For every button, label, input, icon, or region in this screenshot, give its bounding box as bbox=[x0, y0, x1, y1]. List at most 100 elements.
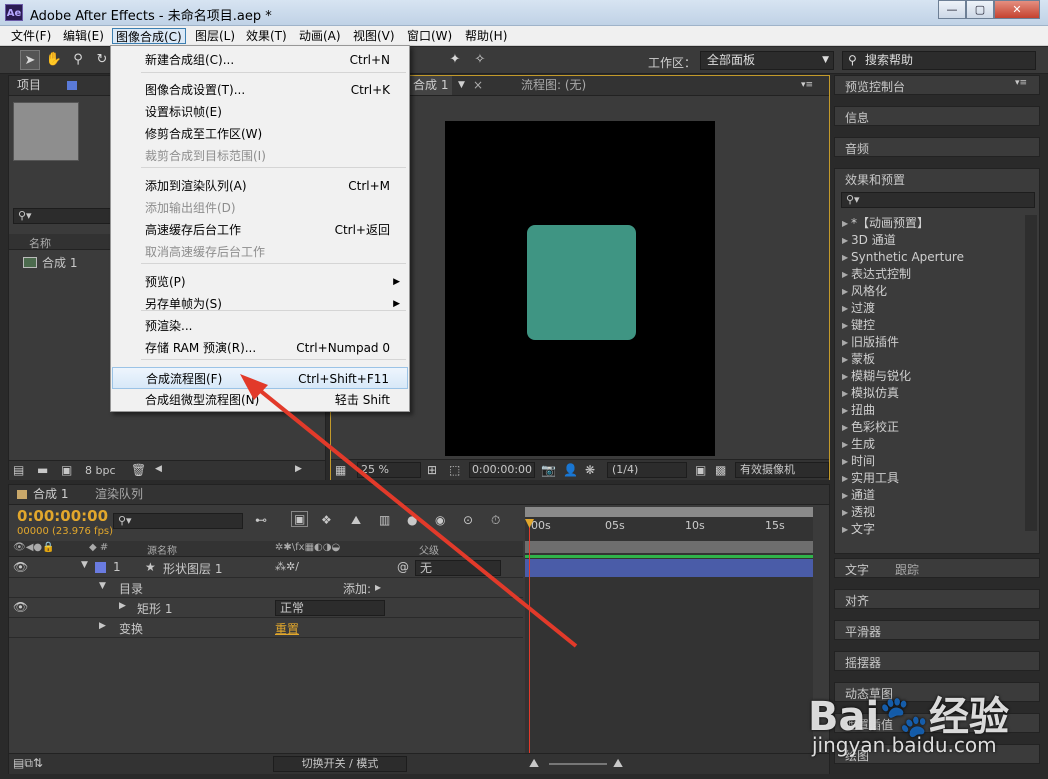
eye-icon[interactable]: 👁 bbox=[13, 560, 28, 574]
effects-category-item[interactable]: ▶ 通道 bbox=[835, 487, 1023, 504]
effects-category-item[interactable]: ▶ 生成 bbox=[835, 436, 1023, 453]
menu-help[interactable]: 帮助(H) bbox=[462, 28, 510, 44]
layer-duration-bar[interactable] bbox=[525, 559, 813, 577]
expand-arrow-icon[interactable]: ▶ bbox=[99, 621, 106, 631]
resolution-select[interactable]: (1/4) bbox=[607, 462, 687, 478]
menu-view[interactable]: 视图(V) bbox=[350, 28, 398, 44]
expand-arrow-icon[interactable]: ▶ bbox=[842, 368, 848, 385]
show-snapshot-icon[interactable]: 👤 bbox=[563, 463, 578, 477]
transparency-grid-icon[interactable]: ▩ bbox=[715, 463, 726, 477]
time-graph[interactable]: 00s 05s 10s 15s bbox=[525, 507, 813, 773]
menu-item-2[interactable]: 设置标识帧(E) bbox=[112, 101, 408, 123]
tab-wiggler[interactable]: 摇摆器 bbox=[845, 654, 881, 671]
zoom-in-icon[interactable]: ⛰ bbox=[613, 756, 623, 771]
tab-tracker[interactable]: 跟踪 bbox=[895, 561, 919, 578]
menu-effect[interactable]: 效果(T) bbox=[243, 28, 290, 44]
close-button[interactable]: ✕ bbox=[994, 0, 1040, 19]
composition-canvas[interactable] bbox=[445, 121, 715, 456]
expand-arrow-icon[interactable]: ▶ bbox=[842, 470, 848, 487]
expand-arrow-icon[interactable]: ▶ bbox=[842, 351, 848, 368]
scroll-right-icon[interactable]: ▶ bbox=[295, 464, 302, 474]
menu-file[interactable]: 文件(F) bbox=[8, 28, 54, 44]
bit-depth[interactable]: 8 bpc bbox=[85, 464, 116, 477]
tab-info[interactable]: 信息 bbox=[845, 109, 869, 126]
pickwhip-icon[interactable]: @ bbox=[397, 560, 409, 574]
workspace-select[interactable]: 全部面板 ▼ bbox=[700, 51, 834, 70]
scroll-left-icon[interactable]: ◀ bbox=[155, 464, 162, 474]
tab-smoother[interactable]: 平滑器 bbox=[845, 623, 881, 640]
menu-item-8[interactable]: 取消高速缓存后台工作 bbox=[112, 241, 408, 263]
menu-item-0[interactable]: 新建合成组(C)... Ctrl+N bbox=[112, 49, 408, 71]
effects-category-item[interactable]: ▶ 时间 bbox=[835, 453, 1023, 470]
menu-composition[interactable]: 图像合成(C) bbox=[112, 28, 186, 44]
effects-scrollbar[interactable] bbox=[1025, 215, 1037, 531]
effects-category-item[interactable]: ▶ 键控 bbox=[835, 317, 1023, 334]
puppet-overlap-icon[interactable]: ✧ bbox=[470, 50, 490, 70]
menu-item-3[interactable]: 修剪合成至工作区(W) bbox=[112, 123, 408, 145]
tab-align[interactable]: 对齐 bbox=[845, 592, 869, 609]
menu-animation[interactable]: 动画(A) bbox=[296, 28, 344, 44]
toggle-switches-modes-button[interactable]: 切换开关 / 模式 bbox=[273, 756, 407, 772]
expand-arrow-icon[interactable]: ▶ bbox=[842, 419, 848, 436]
puppet-tool-icon[interactable]: ✦ bbox=[445, 50, 465, 70]
column-parent[interactable]: 父级 bbox=[419, 542, 439, 557]
always-preview-icon[interactable]: ▦ bbox=[335, 463, 346, 477]
panel-menu-icon[interactable]: ▾≡ bbox=[1015, 78, 1027, 88]
expand-arrow-icon[interactable]: ▼ bbox=[99, 581, 106, 591]
menu-item-14[interactable]: 合成组微型流程图(N) 轻击 Shift bbox=[112, 389, 408, 411]
menu-item-6[interactable]: 添加输出组件(D) bbox=[112, 197, 408, 219]
green-rectangle-shape[interactable] bbox=[527, 225, 636, 340]
timeline-timecode[interactable]: 0:00:00:00 bbox=[17, 507, 108, 525]
time-ruler[interactable]: 00s 05s 10s 15s bbox=[525, 519, 813, 539]
effects-category-item[interactable]: ▶ 表达式控制 bbox=[835, 266, 1023, 283]
rotate-tool-icon[interactable]: ↻ bbox=[92, 50, 112, 70]
color-channels-icon[interactable]: ❋ bbox=[585, 463, 595, 477]
expand-arrow-icon[interactable]: ▼ bbox=[81, 560, 88, 570]
region-of-interest-icon[interactable]: ▣ bbox=[695, 463, 706, 477]
timeline-search-input[interactable]: ⚲▾ bbox=[113, 513, 243, 529]
effects-category-item[interactable]: ▶ *【动画预置】 bbox=[835, 215, 1023, 232]
camera-select[interactable]: 有效摄像机 bbox=[735, 462, 829, 478]
close-icon[interactable]: × bbox=[473, 76, 483, 95]
project-item-comp[interactable]: 合成 1 bbox=[23, 254, 113, 271]
live-update-icon[interactable]: ▣ bbox=[291, 511, 309, 527]
zoom-out-icon[interactable]: ⛰ bbox=[529, 756, 539, 771]
effects-category-item[interactable]: ▶ Synthetic Aperture bbox=[835, 249, 1023, 266]
project-search-input[interactable]: ⚲▾ bbox=[13, 208, 111, 224]
graph-editor-icon[interactable]: ⊙ bbox=[463, 513, 473, 527]
menu-item-1[interactable]: 图像合成设置(T)... Ctrl+K bbox=[112, 79, 408, 101]
menu-layer[interactable]: 图层(L) bbox=[192, 28, 238, 44]
current-time-field[interactable]: 0:00:00:00 bbox=[469, 462, 535, 478]
effects-category-item[interactable]: ▶ 蒙板 bbox=[835, 351, 1023, 368]
tab-flowchart[interactable]: 流程图: (无) bbox=[521, 76, 586, 95]
menu-item-13[interactable]: 合成流程图(F) Ctrl+Shift+F11 bbox=[112, 367, 408, 389]
interpret-footage-icon[interactable]: ▤ bbox=[13, 463, 24, 477]
layer-name[interactable]: 形状图层 1 bbox=[163, 560, 222, 577]
new-folder-icon[interactable]: ▬ bbox=[37, 463, 48, 477]
zoom-tool-icon[interactable]: ⚲ bbox=[68, 50, 88, 70]
new-comp-icon[interactable]: ▣ bbox=[61, 463, 72, 477]
comp-mini-flowchart-icon[interactable]: ⊷ bbox=[255, 513, 267, 527]
menu-item-4[interactable]: 裁剪合成到目标范围(I) bbox=[112, 145, 408, 167]
snapshot-camera-icon[interactable]: 📷 bbox=[541, 463, 556, 477]
search-help-input[interactable]: ⚲ 搜索帮助 bbox=[842, 51, 1036, 70]
effects-category-item[interactable]: ▶ 旧版插件 bbox=[835, 334, 1023, 351]
menu-item-12[interactable]: 存储 RAM 预演(R)... Ctrl+Numpad 0 bbox=[112, 337, 408, 359]
tab-effects-presets[interactable]: 效果和预置 bbox=[845, 171, 905, 188]
effects-category-item[interactable]: ▶ 风格化 bbox=[835, 283, 1023, 300]
tab-render-queue[interactable]: 渲染队列 bbox=[95, 485, 143, 504]
trash-icon[interactable]: 🗑 bbox=[131, 463, 146, 477]
tab-timeline-comp[interactable]: 合成 1 bbox=[33, 485, 68, 504]
menu-edit[interactable]: 编辑(E) bbox=[60, 28, 107, 44]
zoom-select[interactable]: 25 % bbox=[357, 462, 421, 478]
menu-window[interactable]: 窗口(W) bbox=[404, 28, 455, 44]
safe-zones-icon[interactable]: ⊞ bbox=[427, 463, 437, 477]
layer-label-color[interactable] bbox=[95, 562, 106, 573]
effects-category-item[interactable]: ▶ 过渡 bbox=[835, 300, 1023, 317]
hand-tool-icon[interactable]: ✋ bbox=[44, 50, 64, 70]
menu-item-9[interactable]: 预览(P) ▶ bbox=[112, 271, 408, 293]
expand-arrow-icon[interactable]: ▶ bbox=[842, 487, 848, 504]
rectangle-label[interactable]: 矩形 1 bbox=[137, 600, 172, 617]
menu-item-7[interactable]: 高速缓存后台工作 Ctrl+返回 bbox=[112, 219, 408, 241]
expand-arrow-icon[interactable]: ▶ bbox=[842, 521, 848, 538]
